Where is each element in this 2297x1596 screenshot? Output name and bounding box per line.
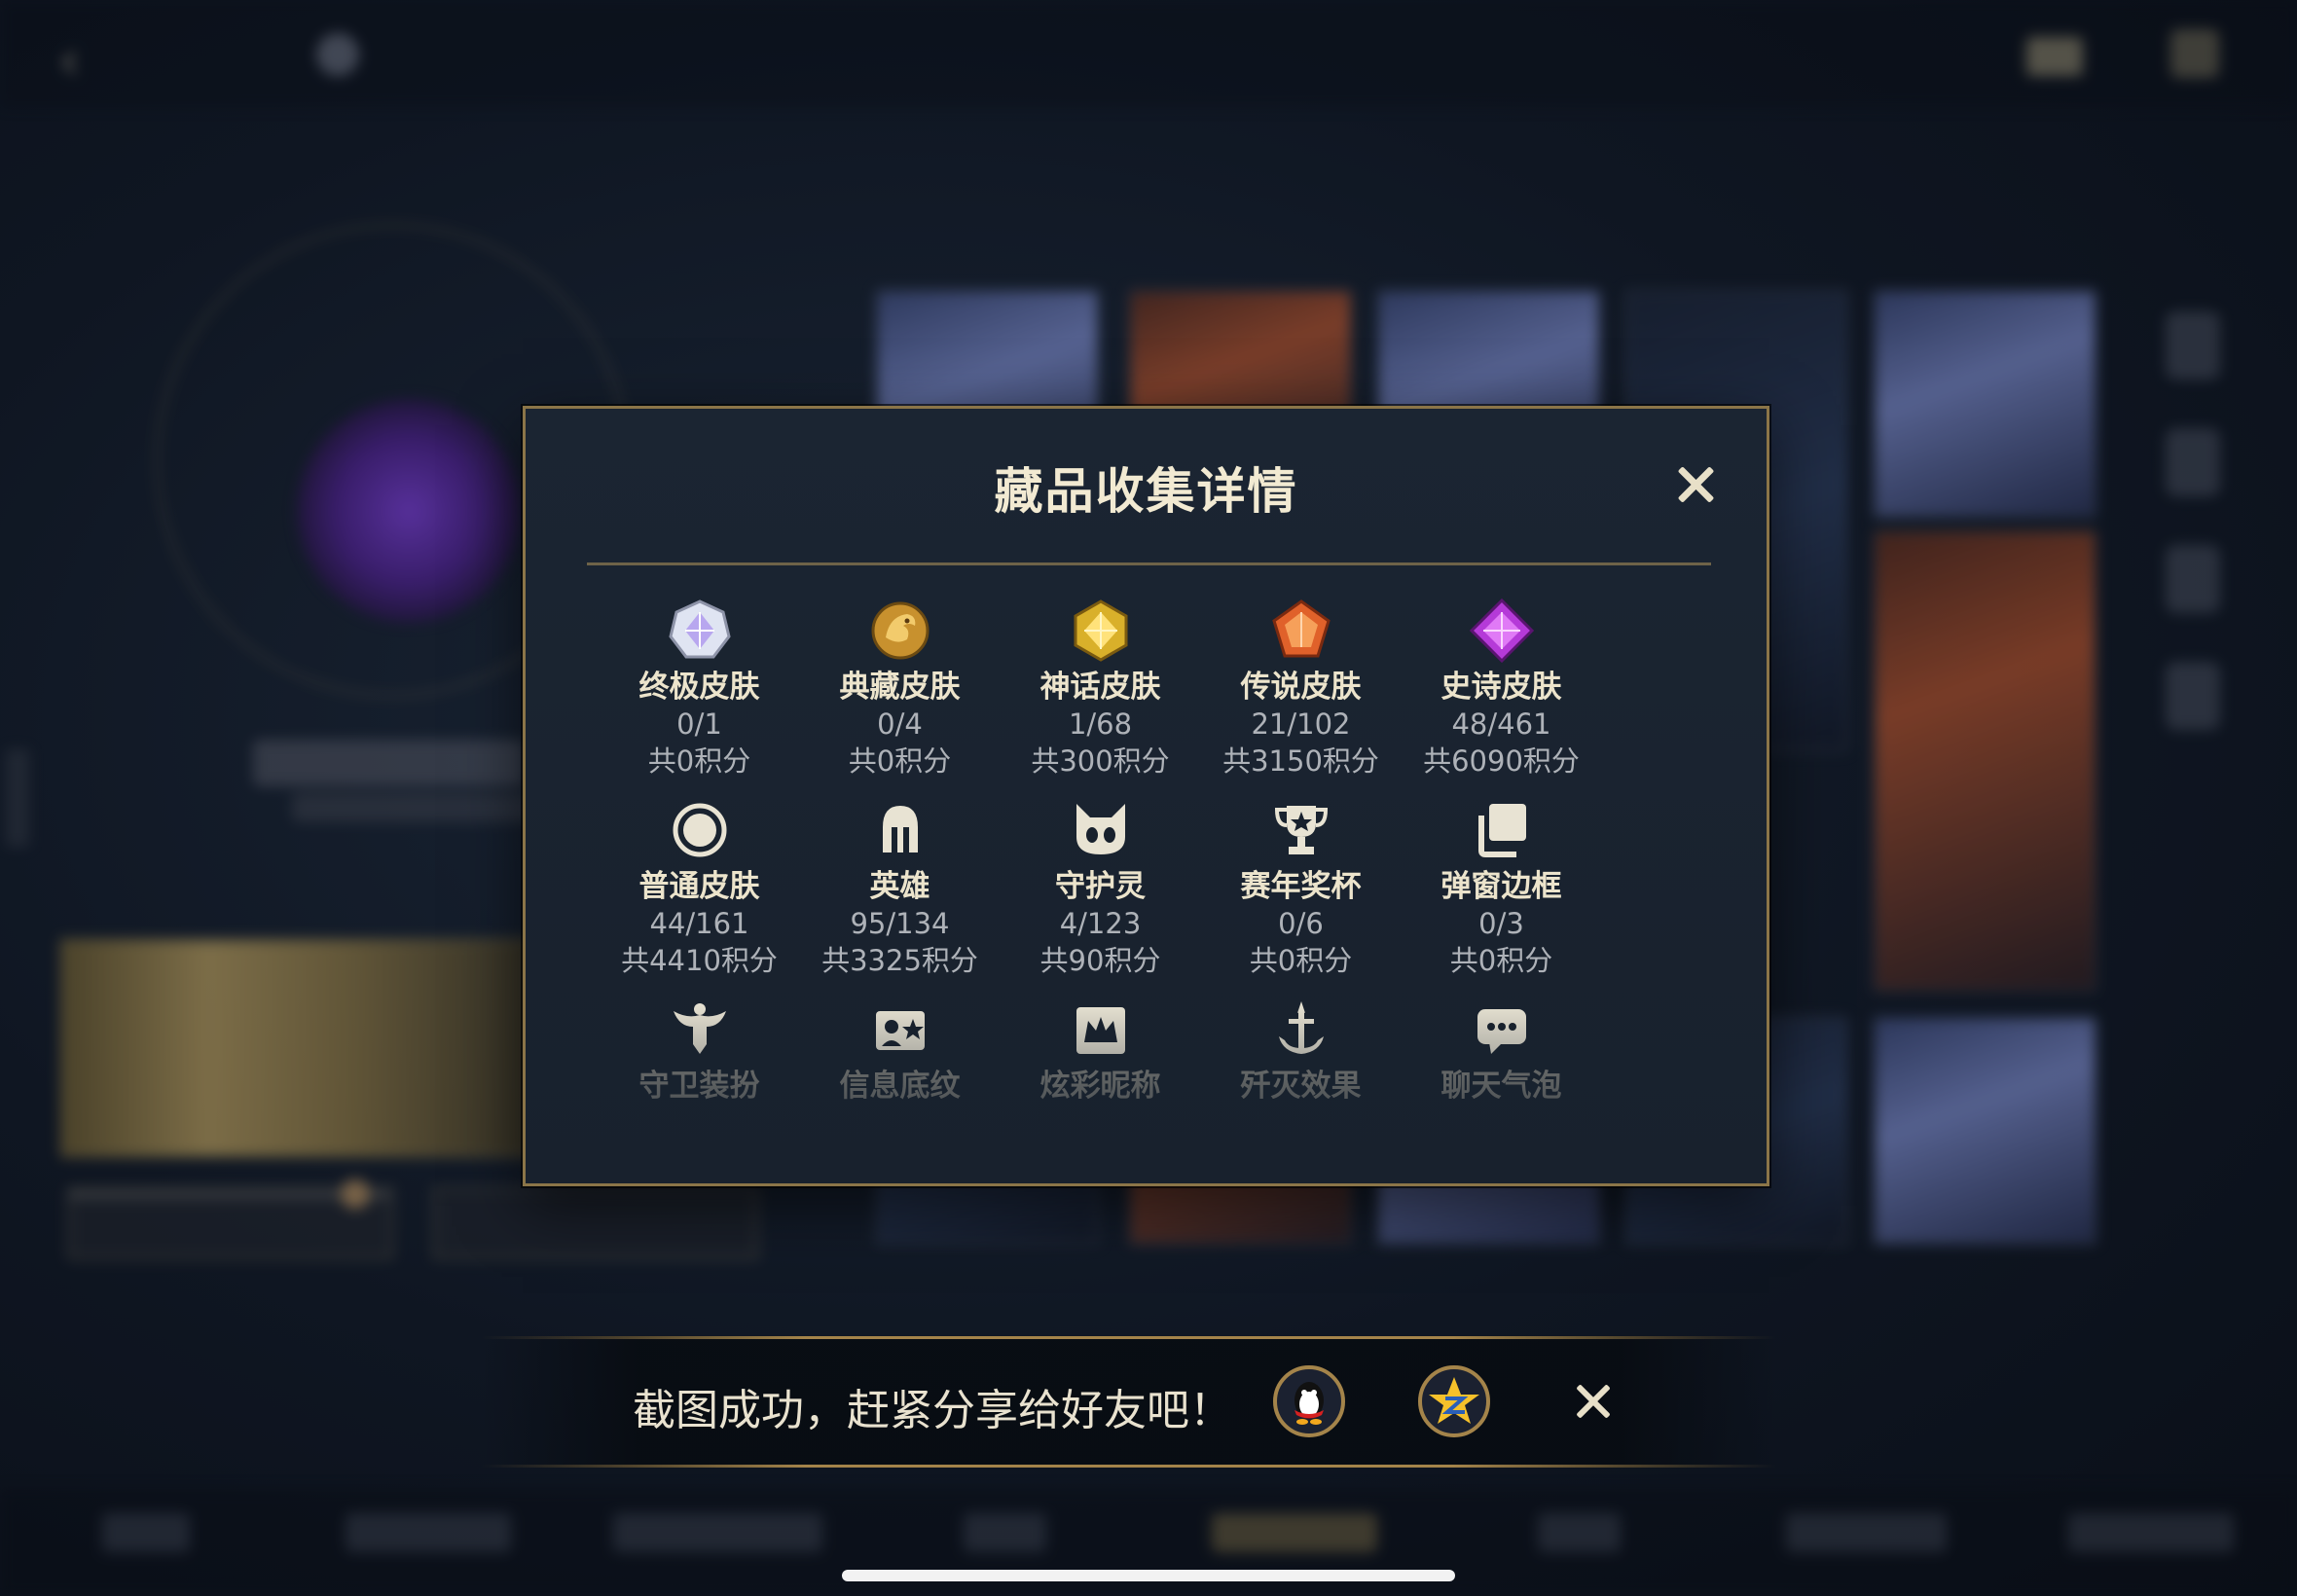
collection-item[interactable]: 信息底纹 — [787, 998, 1012, 1105]
share-message: 截图成功，赶紧分享给好友吧！ — [633, 1386, 1232, 1435]
side-icon[interactable] — [2166, 662, 2220, 730]
nav-item[interactable] — [102, 1513, 190, 1552]
background-slider-knob — [341, 1179, 370, 1209]
nav-item[interactable] — [346, 1513, 511, 1552]
nav-item[interactable] — [613, 1513, 822, 1552]
nav-item[interactable] — [2068, 1513, 2234, 1552]
elimination-effect-icon — [1269, 998, 1333, 1062]
background-button-right[interactable] — [433, 1187, 758, 1259]
mythic-skin-gem-icon — [1069, 598, 1133, 663]
collection-item[interactable]: 史诗皮肤 48/461 共6090积分 — [1389, 598, 1614, 780]
profile-subtitle-blurred — [292, 793, 535, 822]
collection-item[interactable]: 歼灭效果 — [1188, 998, 1413, 1105]
back-chevron-icon[interactable]: ‹ — [58, 29, 80, 92]
collection-item[interactable]: 英雄 95/134 共3325积分 — [787, 798, 1012, 979]
nav-item[interactable] — [1786, 1513, 1947, 1552]
qq-share-icon[interactable] — [1273, 1365, 1345, 1437]
side-icon[interactable] — [2166, 311, 2220, 380]
home-indicator — [842, 1570, 1455, 1581]
modal-title: 藏品收集详情 — [994, 463, 1298, 520]
share-border-bottom — [482, 1465, 1776, 1468]
qzone-share-icon[interactable] — [1418, 1365, 1490, 1437]
season-trophy-icon — [1269, 798, 1333, 862]
normal-skin-ring-icon — [668, 798, 732, 862]
collection-item[interactable]: 普通皮肤 44/161 共4410积分 — [587, 798, 812, 979]
guardian-spirit-icon — [1069, 798, 1133, 862]
share-close-icon[interactable] — [1572, 1380, 1615, 1423]
mail-icon[interactable] — [2026, 37, 2083, 76]
featured-skin-card[interactable] — [60, 939, 551, 1157]
modal-divider — [587, 562, 1711, 565]
share-border-top — [482, 1336, 1776, 1339]
collection-item[interactable]: 神话皮肤 1/68 共300积分 — [988, 598, 1213, 780]
nav-item[interactable] — [1538, 1513, 1621, 1552]
close-icon[interactable] — [1671, 460, 1720, 509]
collection-item[interactable]: 弹窗边框 0/3 共0积分 — [1389, 798, 1614, 979]
collection-tile[interactable] — [1874, 1017, 2096, 1245]
collection-item[interactable]: 传说皮肤 21/102 共3150积分 — [1188, 598, 1413, 780]
hero-helmet-icon — [868, 798, 932, 862]
collection-details-modal: 藏品收集详情 终极皮肤 0/1 共0积分 典藏皮肤 0/4 共0积分 神话皮肤 … — [523, 406, 1769, 1186]
epic-skin-gem-icon — [1469, 598, 1534, 664]
ultimate-skin-gem-icon — [668, 598, 732, 663]
collection-item[interactable]: 典藏皮肤 0/4 共0积分 — [787, 598, 1012, 780]
collection-item[interactable]: 守护灵 4/123 共90积分 — [988, 798, 1213, 979]
collection-item[interactable]: 炫彩昵称 — [988, 998, 1213, 1105]
share-toast: 截图成功，赶紧分享给好友吧！ — [482, 1336, 1776, 1468]
side-id-blurred — [6, 749, 29, 847]
collector-skin-dragon-icon — [868, 598, 932, 663]
collection-item[interactable]: 终极皮肤 0/1 共0积分 — [587, 598, 812, 780]
collection-item[interactable]: 聊天气泡 — [1389, 998, 1614, 1105]
badge-icon[interactable] — [2170, 29, 2219, 78]
collection-item[interactable]: 赛年奖杯 0/6 共0积分 — [1188, 798, 1413, 979]
popup-frame-icon — [1470, 798, 1534, 862]
chat-bubble-icon — [1470, 998, 1534, 1062]
profile-name-blurred — [253, 740, 526, 786]
info-background-icon — [868, 998, 932, 1062]
side-icon[interactable] — [2166, 545, 2220, 613]
profile-avatar-orb — [297, 399, 521, 623]
nav-item[interactable] — [964, 1513, 1046, 1552]
colorful-nickname-icon — [1069, 998, 1133, 1062]
collection-tile[interactable] — [1874, 530, 2096, 992]
guard-outfit-icon — [668, 998, 732, 1062]
gear-icon[interactable] — [316, 33, 359, 76]
side-icon[interactable] — [2166, 428, 2220, 496]
collection-tile[interactable] — [1874, 290, 2096, 518]
collection-item[interactable]: 守卫装扮 — [587, 998, 812, 1105]
legendary-skin-gem-icon — [1269, 598, 1333, 663]
nav-item-active[interactable] — [1212, 1513, 1377, 1552]
